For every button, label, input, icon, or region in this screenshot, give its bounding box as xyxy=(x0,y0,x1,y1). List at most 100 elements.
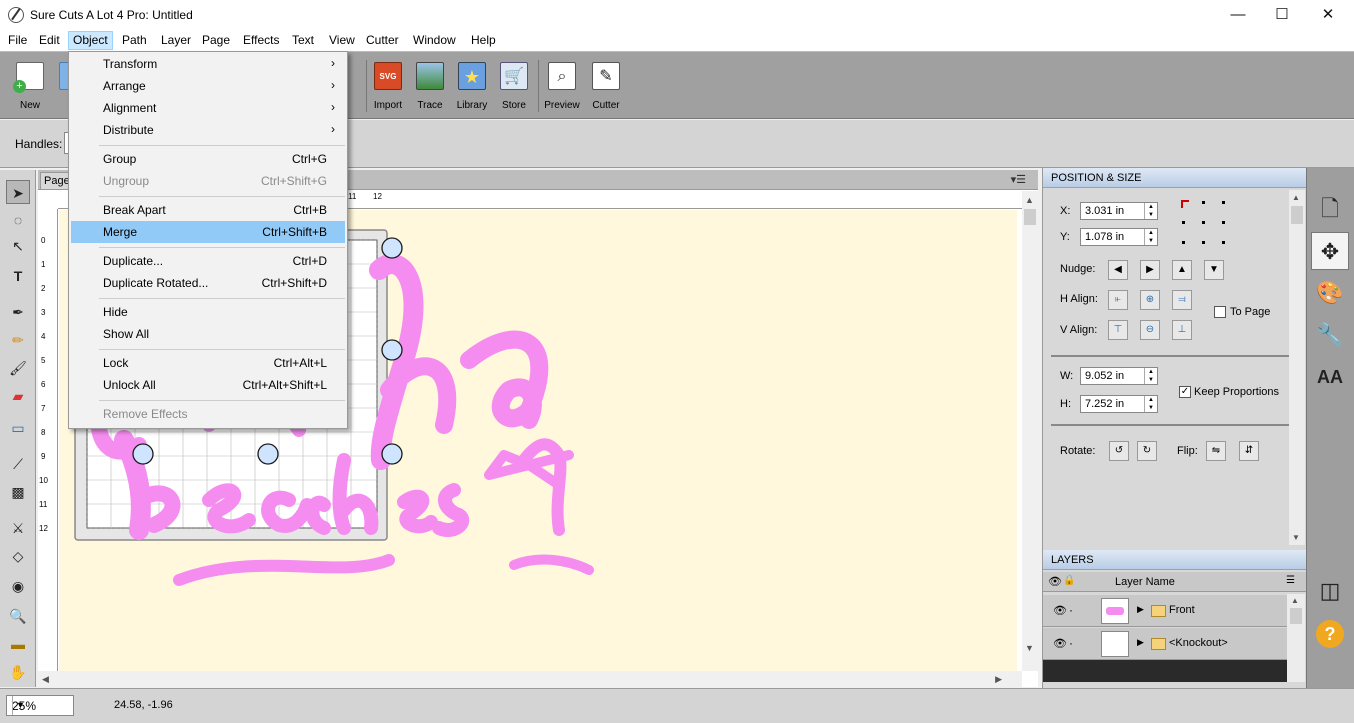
menu-item-transform[interactable]: Transform › xyxy=(71,53,345,75)
nudge-right-icon[interactable]: ▶ xyxy=(1140,260,1160,280)
align-middle-v-icon[interactable]: ⊖ xyxy=(1140,320,1160,340)
y-input[interactable]: 1.078 in ▲ ▼ xyxy=(1080,228,1158,246)
menu-text[interactable]: Text xyxy=(288,31,318,50)
palette-icon[interactable]: 🎨 xyxy=(1311,274,1349,312)
menu-item-hide[interactable]: Hide xyxy=(71,301,345,323)
layers-stack-icon[interactable]: ◫ xyxy=(1311,572,1349,610)
rectangle-tool-icon[interactable]: ▭ xyxy=(6,416,30,440)
transform-icon[interactable]: ◇ xyxy=(6,544,30,568)
eye-icon[interactable]: 👁 xyxy=(1053,637,1067,650)
menu-item-duplicate-rotated[interactable]: Duplicate Rotated... Ctrl+Shift+D xyxy=(71,272,345,294)
menu-edit[interactable]: Edit xyxy=(35,31,64,50)
menu-item-group[interactable]: Group Ctrl+G xyxy=(71,148,345,170)
menu-item-unlock-all[interactable]: Unlock All Ctrl+Alt+Shift+L xyxy=(71,374,345,396)
menu-item-distribute[interactable]: Distribute › xyxy=(71,119,345,141)
eye-icon[interactable]: 👁 xyxy=(1053,604,1067,617)
layers-menu-icon[interactable]: ☰ xyxy=(1286,575,1295,586)
library-star-icon: ★ xyxy=(458,62,486,90)
horizontal-scrollbar[interactable]: ◀ ▶ xyxy=(38,671,1022,687)
new-button[interactable]: + New xyxy=(9,60,51,114)
brush-icon[interactable]: 🖌 xyxy=(6,356,30,380)
menu-item-merge[interactable]: Merge Ctrl+Shift+B xyxy=(71,221,345,243)
close-button[interactable]: ✕ xyxy=(1305,0,1351,30)
select-arrow-icon[interactable]: ➤ xyxy=(6,180,30,204)
align-left-icon[interactable]: ⫦ xyxy=(1108,290,1128,310)
contour-icon[interactable]: ◉ xyxy=(6,574,30,598)
menu-item-alignment[interactable]: Alignment › xyxy=(71,97,345,119)
app-icon xyxy=(8,7,24,23)
layers-scrollbar[interactable]: ▲ xyxy=(1287,594,1305,682)
menu-file[interactable]: File xyxy=(4,31,31,50)
library-button[interactable]: ★ Library xyxy=(451,60,493,114)
to-page-checkbox[interactable] xyxy=(1214,306,1226,318)
left-toolbox: ➤ ◌ ↖ T ✒ ✏ 🖌 ▰ ▭ ⟋ ▩ ⚔ ◇ ◉ 🔍 ▬ ✋ xyxy=(0,170,36,687)
align-bottom-icon[interactable]: ⊥ xyxy=(1172,320,1192,340)
align-right-icon[interactable]: ⫤ xyxy=(1172,290,1192,310)
menu-item-lock[interactable]: Lock Ctrl+Alt+L xyxy=(71,352,345,374)
pen-tool-icon[interactable]: ✒ xyxy=(6,300,30,324)
menu-object[interactable]: Object xyxy=(68,31,113,50)
menu-separator xyxy=(99,196,345,197)
preview-button[interactable]: ⌕ Preview xyxy=(541,60,583,114)
rotate-right-icon[interactable]: ↻ xyxy=(1137,441,1157,461)
layer-row[interactable]: 👁 · ▶ Front xyxy=(1043,595,1287,627)
minimize-button[interactable]: — xyxy=(1215,0,1261,30)
height-input[interactable]: 7.252 in ▲ ▼ xyxy=(1080,395,1158,413)
menu-page[interactable]: Page xyxy=(198,31,234,50)
align-top-icon[interactable]: ⊤ xyxy=(1108,320,1128,340)
menu-item-break-apart[interactable]: Break Apart Ctrl+B xyxy=(71,199,345,221)
move-position-icon[interactable]: ✥ xyxy=(1311,232,1349,270)
hand-pan-icon[interactable]: ✋ xyxy=(6,660,30,684)
menu-view[interactable]: View xyxy=(325,31,359,50)
panel-icon-strip: 🗋 ✥ 🎨 🔧 AA ◫ ? xyxy=(1306,168,1354,688)
help-icon[interactable]: ? xyxy=(1311,614,1349,652)
import-button[interactable]: SVG Import xyxy=(367,60,409,114)
gradient-icon[interactable]: ▩ xyxy=(6,480,30,504)
vertical-scrollbar[interactable]: ▲ ▼ xyxy=(1022,191,1038,671)
lasso-icon[interactable]: ◌ xyxy=(6,208,30,232)
width-input[interactable]: 9.052 in ▲ ▼ xyxy=(1080,367,1158,385)
store-button[interactable]: 🛒 Store xyxy=(493,60,535,114)
nudge-left-icon[interactable]: ◀ xyxy=(1108,260,1128,280)
panel-scrollbar[interactable]: ▲ ▼ xyxy=(1289,190,1305,545)
zoom-select[interactable]: 25% ▼ xyxy=(6,695,74,716)
ruler-icon[interactable]: ▬ xyxy=(6,632,30,656)
layer-row[interactable]: 👁 · ▶ <Knockout> xyxy=(1043,628,1287,660)
chevron-down-icon[interactable]: ▼ xyxy=(12,696,28,715)
expand-arrow-icon[interactable]: ▶ xyxy=(1137,604,1144,615)
menu-item-arrange[interactable]: Arrange › xyxy=(71,75,345,97)
font-size-icon[interactable]: AA xyxy=(1311,358,1349,396)
wrench-icon[interactable]: 🔧 xyxy=(1311,316,1349,354)
menu-path[interactable]: Path xyxy=(118,31,151,50)
pencil-icon[interactable]: ✏ xyxy=(6,328,30,352)
menu-window[interactable]: Window xyxy=(409,31,460,50)
knife-icon[interactable]: ⚔ xyxy=(6,516,30,540)
flip-horizontal-icon[interactable]: ⇋ xyxy=(1206,441,1226,461)
keep-proportions-checkbox[interactable]: ✓ xyxy=(1179,386,1191,398)
cutter-button[interactable]: ✎ Cutter xyxy=(585,60,627,114)
menu-layer[interactable]: Layer xyxy=(157,31,195,50)
menu-item-show-all[interactable]: Show All xyxy=(71,323,345,345)
node-select-icon[interactable]: ↖ xyxy=(6,234,30,258)
expand-arrow-icon[interactable]: ▶ xyxy=(1137,637,1144,648)
nudge-down-icon[interactable]: ▼ xyxy=(1204,260,1224,280)
menu-item-duplicate[interactable]: Duplicate... Ctrl+D xyxy=(71,250,345,272)
eraser-icon[interactable]: ▰ xyxy=(6,384,30,408)
maximize-button[interactable]: ☐ xyxy=(1259,0,1305,30)
eyedropper-icon[interactable]: ⟋ xyxy=(6,452,30,476)
position-size-header: POSITION & SIZE xyxy=(1043,168,1307,188)
nudge-up-icon[interactable]: ▲ xyxy=(1172,260,1192,280)
menu-help[interactable]: Help xyxy=(467,31,500,50)
align-center-h-icon[interactable]: ⊕ xyxy=(1140,290,1160,310)
trace-button[interactable]: Trace xyxy=(409,60,451,114)
page-icon[interactable]: 🗋 xyxy=(1311,190,1349,228)
zoom-icon[interactable]: 🔍 xyxy=(6,604,30,628)
text-tool-icon[interactable]: T xyxy=(6,264,30,288)
menu-cutter[interactable]: Cutter xyxy=(362,31,403,50)
menu-effects[interactable]: Effects xyxy=(239,31,283,50)
rotate-left-icon[interactable]: ↺ xyxy=(1109,441,1129,461)
x-input[interactable]: 3.031 in ▲ ▼ xyxy=(1080,202,1158,220)
flip-vertical-icon[interactable]: ⇵ xyxy=(1239,441,1259,461)
canvas-menu-icon[interactable]: ▾☰ xyxy=(1011,173,1026,186)
reference-point-grid[interactable] xyxy=(1179,198,1229,248)
